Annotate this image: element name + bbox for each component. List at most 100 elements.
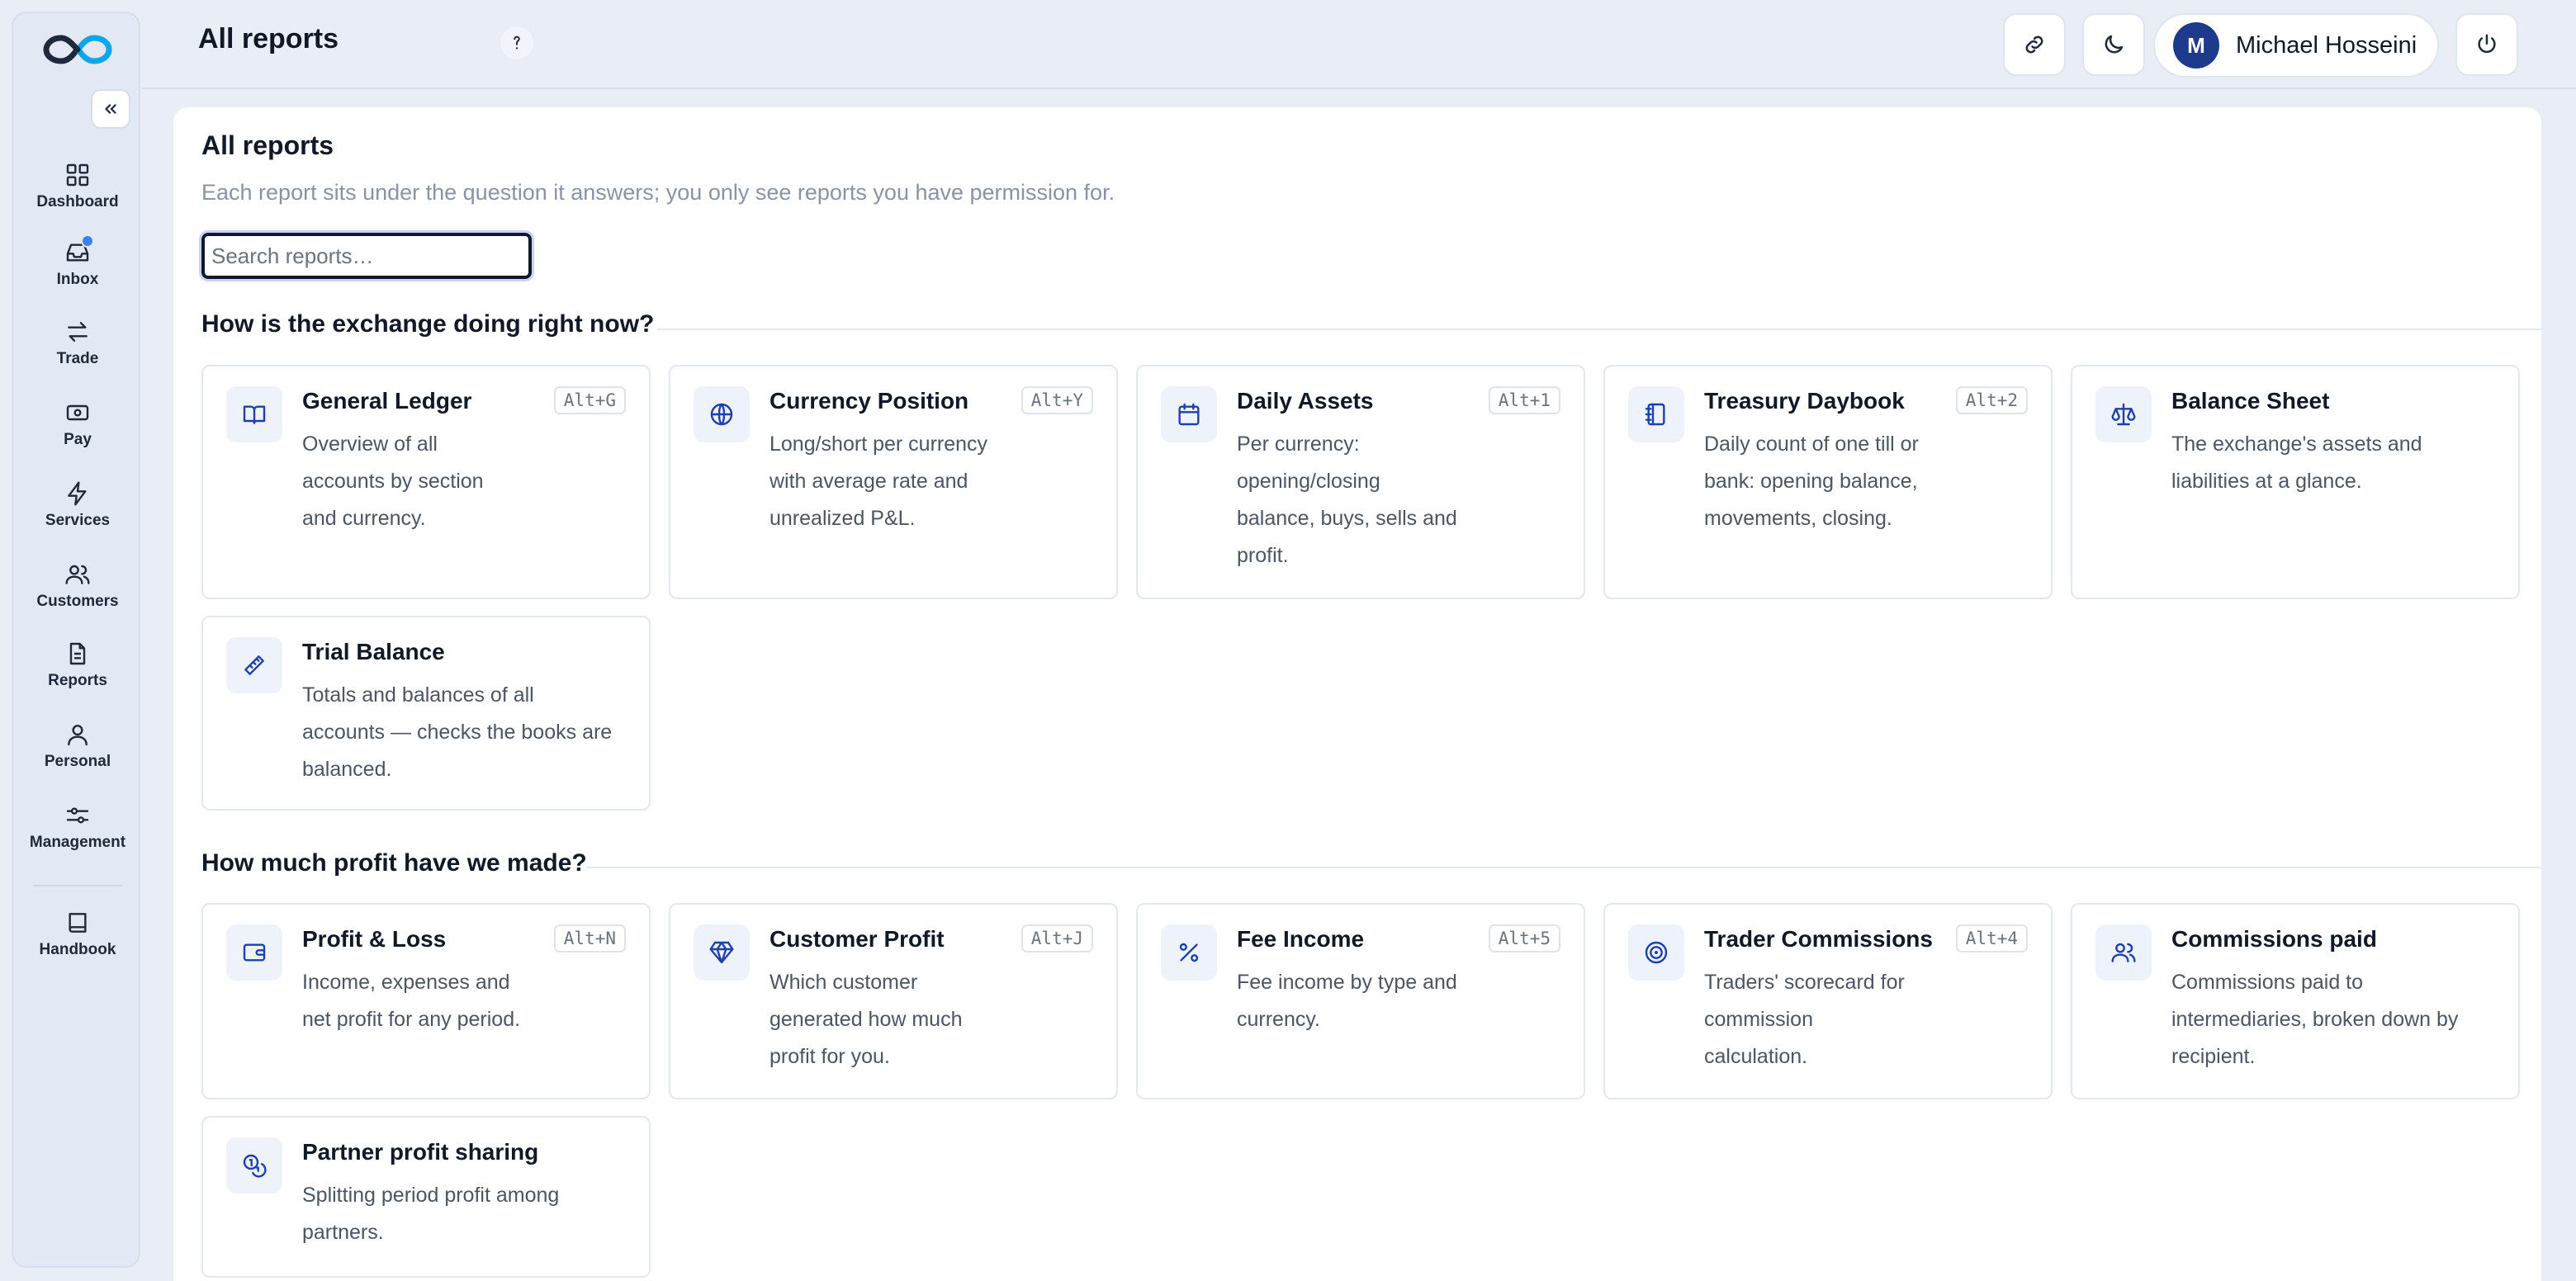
book-icon: [69, 913, 87, 933]
scale-icon: [2095, 386, 2152, 442]
report-description: Long/short per currency with average rate…: [769, 426, 987, 537]
percent-icon: [1161, 924, 1217, 981]
sidebar-item-personal[interactable]: Personal: [13, 713, 142, 779]
description-line: net profit for any period.: [302, 1008, 521, 1031]
description-line: Commissions paid to: [2171, 971, 2364, 994]
sidebar-item-services[interactable]: Services: [13, 472, 142, 538]
description-line: balance, buys, sells and: [1237, 507, 1457, 530]
report-title: Daily Assets: [1237, 388, 1374, 414]
report-description: Overview of all accounts by section and cu…: [302, 426, 484, 537]
dark-mode-toggle[interactable]: [2082, 13, 2145, 76]
sidebar-item-reports[interactable]: Reports: [13, 632, 142, 698]
avatar: M: [2173, 22, 2219, 69]
description-line: movements, closing.: [1704, 507, 1892, 530]
swap-arrows-icon: [68, 322, 88, 342]
description-line: and currency.: [302, 507, 426, 530]
section-description: Each report sits under the question it a…: [201, 180, 1115, 205]
search-input[interactable]: [199, 230, 534, 281]
description-line: partners.: [302, 1221, 384, 1244]
sidebar-item-label: Inbox: [56, 271, 99, 288]
divider: [586, 867, 2541, 868]
report-card[interactable]: Daily Assets Alt+1 Per currency: opening/cl…: [1136, 365, 1585, 599]
report-card[interactable]: Balance Sheet The exchange's assets and li…: [2071, 365, 2520, 599]
description-line: liabilities at a glance.: [2171, 470, 2362, 493]
report-card[interactable]: Commissions paid Commissions paid to inter…: [2071, 903, 2520, 1099]
report-title: Trial Balance: [302, 639, 445, 664]
report-title: Trader Commissions: [1704, 926, 1933, 952]
description-line: commission: [1704, 1008, 1813, 1031]
report-card[interactable]: Partner profit sharing Splitting period p…: [201, 1116, 651, 1278]
report-card[interactable]: Profit & Loss Alt+N Income, expenses and ne…: [201, 903, 651, 1099]
sidebar-item-trade[interactable]: Trade: [13, 310, 142, 376]
description-line: Overview of all: [302, 433, 438, 456]
description-line: recipient.: [2171, 1045, 2256, 1068]
report-description: Commissions paid to intermediaries, broke…: [2171, 964, 2458, 1075]
logout-button[interactable]: [2455, 13, 2518, 76]
report-card[interactable]: Trial Balance Totals and balances of all a…: [201, 616, 651, 811]
sidebar-item-dashboard[interactable]: Dashboard: [13, 154, 142, 220]
report-title: Fee Income: [1237, 926, 1365, 952]
users-icon: [2095, 924, 2152, 981]
report-card[interactable]: General Ledger Alt+G Overview of all accoun…: [201, 365, 651, 599]
sidebar-item-handbook[interactable]: Handbook: [13, 901, 142, 967]
chevrons-left-icon: [105, 104, 116, 114]
sidebar-item-label: Pay: [64, 431, 92, 448]
description-line: profit.: [1237, 544, 1289, 567]
report-card[interactable]: Currency Position Alt+Y Long/short per cur…: [669, 365, 1118, 599]
sidebar-item-pay[interactable]: Pay: [13, 391, 142, 457]
report-title: Customer Profit: [769, 926, 945, 952]
sidebar-item-management[interactable]: Management: [13, 794, 142, 860]
report-title: Commissions paid: [2171, 926, 2377, 952]
banknote-icon: [66, 404, 89, 421]
keyboard-shortcut: Alt+N: [553, 924, 626, 952]
report-description: Daily count of one till or bank: opening …: [1704, 426, 1919, 537]
report-card[interactable]: Treasury Daybook Alt+2 Daily count of one …: [1603, 365, 2053, 599]
sidebar-item-label: Handbook: [39, 941, 116, 958]
help-button[interactable]: [500, 26, 533, 59]
sidebar-item-inbox[interactable]: Inbox: [13, 231, 142, 297]
copy-link-button[interactable]: [2003, 13, 2066, 76]
report-description: Which customer generated how much profit f…: [769, 964, 962, 1075]
keyboard-shortcut: Alt+Y: [1020, 386, 1093, 414]
question-mark-icon: [514, 35, 520, 50]
user-menu-button[interactable]: M Michael Hosseini: [2153, 13, 2439, 78]
sidebar-item-customers[interactable]: Customers: [13, 553, 142, 619]
power-icon: [2478, 34, 2496, 54]
description-line: profit for you.: [769, 1045, 890, 1068]
report-description: Totals and balances of all accounts — che…: [302, 677, 612, 788]
divider: [657, 329, 2541, 330]
reports-panel: All reports Each report sits under the q…: [173, 107, 2541, 1281]
notification-dot: [81, 234, 94, 248]
sidebar: Dashboard Inbox Trade Pay Services Custo…: [12, 12, 140, 1268]
moon-icon: [2105, 35, 2124, 54]
description-line: Totals and balances of all: [302, 683, 534, 707]
report-card[interactable]: Trader Commissions Alt+4 Traders' scorecar…: [1603, 903, 2053, 1099]
book-open-icon: [226, 386, 282, 442]
report-description: Income, expenses and net profit for any p…: [302, 964, 520, 1038]
report-description: Per currency: opening/closing balance, buy…: [1237, 426, 1457, 574]
globe-icon: [694, 386, 750, 442]
gem-icon: [694, 924, 750, 981]
report-title: Currency Position: [769, 388, 969, 414]
report-description: Splitting period profit among partners.: [302, 1177, 559, 1251]
collapse-sidebar-button[interactable]: [91, 89, 130, 129]
description-line: accounts — checks the books are: [302, 721, 613, 744]
user-icon: [68, 725, 88, 746]
description-line: Splitting period profit among: [302, 1184, 560, 1207]
report-title: General Ledger: [302, 388, 472, 414]
group-title: How is the exchange doing right now?: [201, 310, 655, 338]
group-title: How much profit have we made?: [201, 849, 587, 877]
infinity-logo-icon[interactable]: [43, 31, 112, 68]
target-icon: [1628, 924, 1684, 981]
user-name: Michael Hosseini: [2236, 31, 2417, 59]
report-card[interactable]: Fee Income Alt+5 Fee income by type and cur…: [1136, 903, 1585, 1099]
report-card[interactable]: Customer Profit Alt+J Which customer genera…: [669, 903, 1118, 1099]
sidebar-item-label: Personal: [44, 753, 111, 770]
sliders-icon: [66, 807, 89, 824]
dashboard-icon: [66, 163, 89, 187]
file-text-icon: [69, 642, 86, 665]
description-line: Which customer: [769, 971, 918, 994]
description-line: Daily count of one till or: [1704, 433, 1919, 456]
description-line: unrealized P&L.: [769, 507, 916, 530]
description-line: currency.: [1237, 1008, 1320, 1031]
